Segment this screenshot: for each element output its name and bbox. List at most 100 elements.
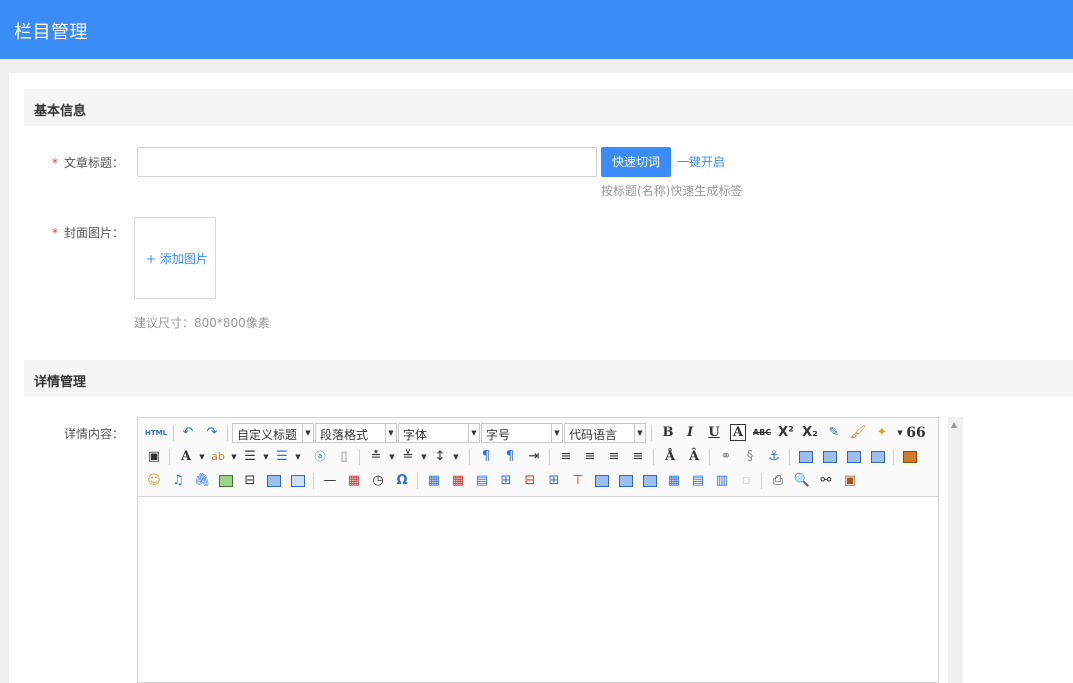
rich-text-editor: HTML ↶ ↷ 自定义标题▼ 段落格式▼ 字体▼ 字号▼ 代码语言▼	[137, 417, 939, 683]
article-title-input[interactable]	[137, 147, 597, 177]
split-to-rows-icon[interactable]: ▤	[688, 471, 708, 491]
delete-col-icon[interactable]: ⊤	[568, 471, 588, 491]
undo-icon[interactable]: ↶	[178, 423, 198, 443]
page-break-icon[interactable]: ⊟	[240, 471, 260, 491]
toolbar-row-1: HTML ↶ ↷ 自定义标题▼ 段落格式▼ 字体▼ 字号▼ 代码语言▼	[142, 421, 938, 445]
cover-size-hint: 建议尺寸：800*800像素	[134, 316, 270, 330]
align-right-icon[interactable]: ≡	[604, 447, 624, 467]
special-char-icon[interactable]: Ω	[392, 471, 412, 491]
uppercase-icon[interactable]: Å	[660, 447, 680, 467]
align-center-icon[interactable]: ≡	[580, 447, 600, 467]
superscript-icon[interactable]: X²	[776, 423, 796, 443]
editor-content-area[interactable]	[138, 497, 938, 682]
merge-right-icon[interactable]	[616, 471, 636, 491]
attachment-icon[interactable]: 🖇	[192, 471, 212, 491]
image-none-icon[interactable]	[796, 447, 816, 467]
insert-table-icon[interactable]: ▦	[424, 471, 444, 491]
scrollbar[interactable]: ▲	[948, 417, 963, 683]
strikethrough-icon[interactable]: ABC	[752, 423, 772, 443]
italic-icon[interactable]: I	[680, 423, 700, 443]
image-right-icon[interactable]	[844, 447, 864, 467]
scroll-up-icon[interactable]: ▲	[951, 420, 957, 429]
merge-down-icon[interactable]	[640, 471, 660, 491]
add-image-button[interactable]: + 添加图片	[134, 217, 216, 299]
cover-image-label: * 封面图片：	[52, 226, 125, 240]
top-bar: 栏目管理	[0, 0, 1073, 59]
chevron-down-icon: ▼	[302, 424, 313, 442]
chevron-down-icon[interactable]: ▼	[446, 447, 466, 467]
underline-icon[interactable]: U	[704, 423, 724, 443]
anchor-icon[interactable]: ⚓	[764, 447, 784, 467]
clear-doc-icon[interactable]: ▯	[334, 447, 354, 467]
chevron-down-icon[interactable]: ▼	[288, 447, 308, 467]
image-center-icon[interactable]	[868, 447, 888, 467]
delete-row-icon[interactable]: ⊟	[520, 471, 540, 491]
detail-section-title: 详情管理	[34, 375, 87, 390]
custom-title-select[interactable]: 自定义标题 ▼	[232, 423, 314, 443]
print-icon[interactable]: ⎙	[768, 471, 788, 491]
ltr-direction-icon[interactable]: ¶	[476, 447, 496, 467]
align-left-icon[interactable]: ≡	[556, 447, 576, 467]
delete-table-icon[interactable]: ▦	[448, 471, 468, 491]
map-icon[interactable]	[216, 471, 236, 491]
basic-info-section-title: 基本信息	[34, 104, 87, 119]
page-title: 栏目管理	[14, 22, 88, 43]
date-icon[interactable]: ▦	[344, 471, 364, 491]
split-to-cols-icon[interactable]: ▥	[712, 471, 732, 491]
indent-icon[interactable]: ⇥	[524, 447, 544, 467]
insert-paragraph-before-table-icon[interactable]: ▤	[472, 471, 492, 491]
insert-row-icon[interactable]: ⊞	[496, 471, 516, 491]
split-to-cells-icon[interactable]: ▦	[664, 471, 684, 491]
format-brush-icon[interactable]: 🖌	[848, 423, 868, 443]
link-icon[interactable]: ⚭	[716, 447, 736, 467]
time-icon[interactable]: ◷	[368, 471, 388, 491]
bold-icon[interactable]: B	[658, 423, 678, 443]
code-language-select[interactable]: 代码语言 ▼	[564, 423, 646, 443]
title-hint: 按标题(名称)快速生成标签	[601, 184, 743, 198]
lowercase-icon[interactable]: Â	[684, 447, 704, 467]
blockquote-icon[interactable]: 66	[906, 423, 926, 443]
music-icon[interactable]: ♫	[168, 471, 188, 491]
paste-plain-icon[interactable]: ▣	[144, 447, 164, 467]
editor-toolbar: HTML ↶ ↷ 自定义标题▼ 段落格式▼ 字体▼ 字号▼ 代码语言▼	[138, 418, 938, 497]
emotion-icon[interactable]: ☺	[144, 471, 164, 491]
html-source-icon[interactable]: HTML	[144, 423, 168, 443]
font-border-icon[interactable]: A	[728, 423, 748, 443]
preview-icon[interactable]: 🔍	[792, 471, 812, 491]
required-mark: *	[52, 156, 58, 170]
font-family-select[interactable]: 字体 ▼	[398, 423, 480, 443]
insert-image-icon[interactable]	[900, 447, 920, 467]
image-left-icon[interactable]	[820, 447, 840, 467]
redo-icon[interactable]: ↷	[202, 423, 222, 443]
quick-segment-button[interactable]: 快速切词	[601, 147, 671, 177]
chevron-down-icon: ▼	[385, 424, 396, 442]
toolbar-row-2: ▣ A ▼ ab ▼ ☰ ▼ ☰ ▼ ⓐ ▯ ≛ ▼ ≚ ▼ ↕ ▼ ¶ ¶ ⇥…	[142, 445, 938, 469]
subscript-icon[interactable]: X₂	[800, 423, 820, 443]
chevron-down-icon: ▼	[468, 424, 479, 442]
chart-icon[interactable]: ▫	[736, 471, 756, 491]
eraser-icon[interactable]: ✎	[824, 423, 844, 443]
toolbar-row-3: ☺ ♫ 🖇 ⊟ — ▦ ◷ Ω ▦ ▦ ▤ ⊞ ⊟ ⊞ ⊤ ▦ ▤ ▥ ▫ ⎙ …	[142, 469, 938, 493]
paragraph-format-select[interactable]: 段落格式 ▼	[315, 423, 397, 443]
required-mark: *	[52, 226, 58, 240]
chevron-down-icon: ▼	[634, 424, 645, 442]
rtl-direction-icon[interactable]: ¶	[500, 447, 520, 467]
font-size-select[interactable]: 字号 ▼	[481, 423, 563, 443]
basic-info-section-header: 基本信息	[24, 89, 1073, 126]
unlink-icon[interactable]: §	[740, 447, 760, 467]
magic-wand-icon[interactable]: ✦	[872, 423, 892, 443]
horizontal-rule-icon[interactable]: —	[320, 471, 340, 491]
background-icon[interactable]	[288, 471, 308, 491]
search-replace-icon[interactable]: ⚯	[816, 471, 836, 491]
merge-cells-icon[interactable]	[592, 471, 612, 491]
select-all-icon[interactable]: ⓐ	[310, 447, 330, 467]
article-title-label: * 文章标题：	[52, 156, 125, 170]
detail-section-header: 详情管理	[24, 360, 1073, 397]
align-justify-icon[interactable]: ≡	[628, 447, 648, 467]
add-image-label: + 添加图片	[146, 252, 208, 266]
drafts-icon[interactable]: ▣	[840, 471, 860, 491]
insert-col-icon[interactable]: ⊞	[544, 471, 564, 491]
template-icon[interactable]	[264, 471, 284, 491]
detail-content-label: 详情内容：	[64, 427, 125, 441]
one-click-enable-link[interactable]: 一键开启	[677, 153, 725, 170]
